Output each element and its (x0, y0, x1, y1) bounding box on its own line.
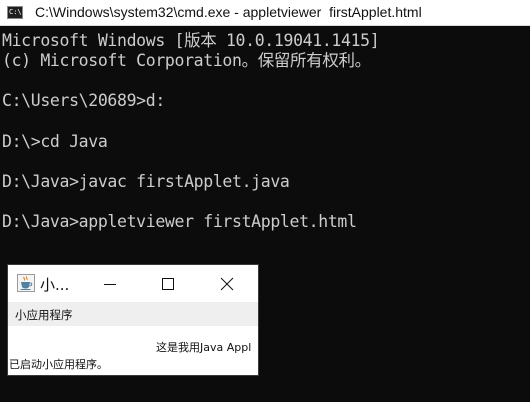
applet-title-bar[interactable]: 小... (8, 265, 258, 302)
close-icon (220, 277, 234, 291)
maximize-button[interactable] (145, 265, 191, 302)
cmd-app-icon: C:\. (7, 6, 23, 19)
applet-status-bar: 已启动小应用程序。 (8, 353, 258, 375)
applet-canvas: 这是我用Java Appl (8, 326, 258, 353)
applet-menu[interactable]: 小应用程序 (15, 307, 73, 323)
console-line: C:\Users\20689>d: (2, 91, 165, 110)
console-line: D:\Java>javac firstApplet.java (2, 172, 290, 191)
minimize-icon (104, 284, 116, 285)
applet-status-text: 已启动小应用程序。 (9, 358, 108, 371)
applet-viewer-window[interactable]: 小... 小应用程序 这是我用Java Appl 已启动小应用程序。 (8, 265, 258, 375)
console-line: Microsoft Windows [版本 10.0.19041.1415] (2, 31, 380, 50)
applet-window-title: 小... (40, 276, 70, 294)
console-line: (c) Microsoft Corporation。保留所有权利。 (2, 51, 371, 70)
applet-menu-bar[interactable]: 小应用程序 (8, 302, 258, 326)
java-cup-icon[interactable] (17, 274, 35, 292)
applet-drawn-text: 这是我用Java Appl (156, 341, 252, 353)
close-button[interactable] (204, 265, 250, 302)
cmd-title-bar[interactable]: C:\. C:\Windows\system32\cmd.exe - apple… (0, 0, 530, 26)
console-line: D:\Java>appletviewer firstApplet.html (2, 212, 357, 231)
console-line: D:\>cd Java (2, 132, 108, 151)
minimize-button[interactable] (87, 265, 133, 302)
maximize-icon (162, 278, 174, 290)
cmd-window-title: C:\Windows\system32\cmd.exe - appletview… (35, 4, 422, 20)
